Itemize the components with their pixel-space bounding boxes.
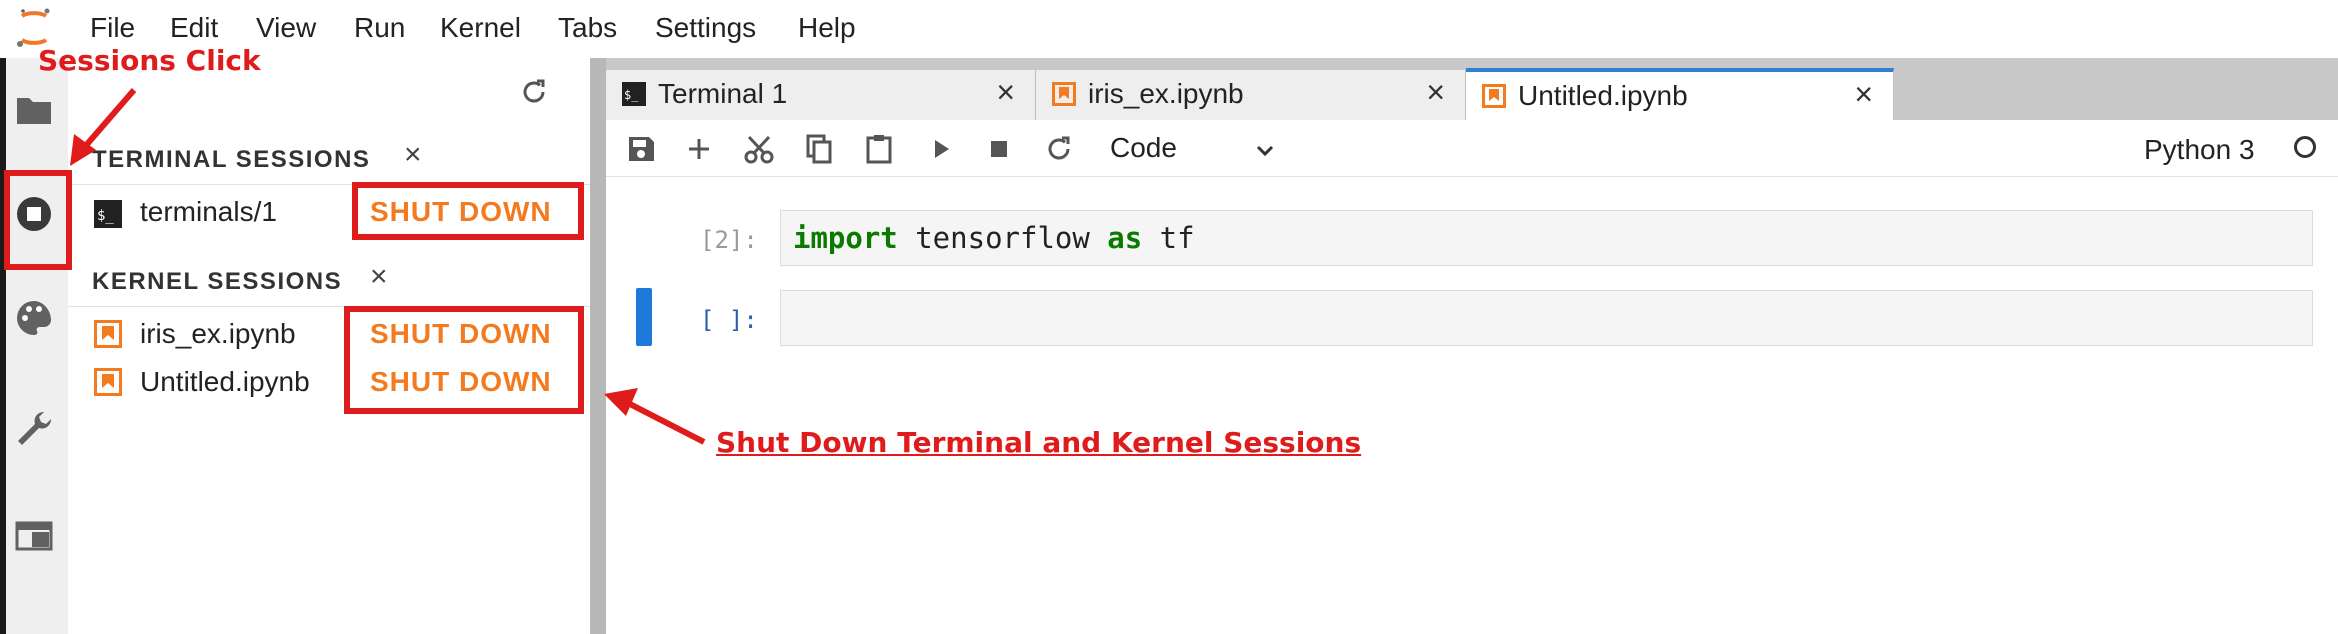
annotation-shut-down: Shut Down Terminal and Kernel Sessions (716, 426, 1362, 459)
menu-file[interactable]: File (90, 12, 135, 44)
wrench-icon[interactable] (14, 408, 54, 448)
code-cell[interactable]: import tensorflow as tf (780, 210, 2313, 266)
chevron-down-icon[interactable] (1254, 140, 1276, 162)
active-cell-indicator (636, 288, 652, 346)
notebook-icon (94, 368, 122, 396)
cut-icon[interactable] (742, 132, 776, 166)
tab-label: Untitled.ipynb (1518, 80, 1688, 111)
svg-text:$_: $_ (624, 88, 639, 102)
kernel-session-name[interactable]: iris_ex.ipynb (140, 318, 296, 350)
tab-label: Terminal 1 (658, 78, 788, 109)
close-icon[interactable]: × (1854, 76, 1873, 113)
notebook-icon (1482, 84, 1506, 108)
cell-prompt: [ ]: (700, 306, 758, 334)
add-cell-icon[interactable] (682, 132, 716, 166)
kernel-sessions-heading: KERNEL SESSIONS (92, 268, 343, 295)
tabs-panel-icon[interactable] (14, 516, 54, 556)
stop-icon[interactable] (982, 132, 1016, 166)
terminal-icon: $_ (94, 200, 122, 228)
panel-splitter[interactable] (590, 58, 606, 634)
kernel-status-icon (2294, 136, 2316, 158)
annotation-sessions-click: Sessions Click (38, 44, 261, 77)
menu-edit[interactable]: Edit (170, 12, 218, 44)
cell-type-select[interactable]: Code (1110, 132, 1177, 164)
tab-label: iris_ex.ipynb (1088, 78, 1244, 109)
menu-help[interactable]: Help (798, 12, 856, 44)
save-icon[interactable] (624, 132, 658, 166)
tab-untitled[interactable]: Untitled.ipynb × (1466, 68, 1894, 120)
code-cell[interactable] (780, 290, 2313, 346)
terminal-icon: $_ (622, 82, 646, 106)
menu-run[interactable]: Run (354, 12, 405, 44)
folder-icon[interactable] (14, 90, 54, 130)
close-all-terminals-icon[interactable]: × (404, 138, 422, 172)
activity-bar (0, 58, 69, 634)
copy-icon[interactable] (802, 132, 836, 166)
notebook-icon (94, 320, 122, 348)
svg-text:$_: $_ (97, 208, 114, 224)
tab-terminal-1[interactable]: $_ Terminal 1 × (606, 70, 1036, 120)
code-text: import tensorflow as tf (793, 221, 1195, 255)
close-icon[interactable]: × (1426, 74, 1445, 111)
menu-bar: File Edit View Run Kernel Tabs Settings … (0, 0, 2338, 59)
menu-kernel[interactable]: Kernel (440, 12, 521, 44)
terminal-sessions-heading: TERMINAL SESSIONS (92, 146, 371, 173)
menu-settings[interactable]: Settings (655, 12, 756, 44)
close-icon[interactable]: × (996, 74, 1015, 111)
notebook-icon (1052, 82, 1076, 106)
menu-view[interactable]: View (256, 12, 316, 44)
highlight-box (352, 182, 584, 240)
menu-tabs[interactable]: Tabs (558, 12, 617, 44)
paste-icon[interactable] (862, 132, 896, 166)
palette-icon[interactable] (14, 298, 54, 338)
close-all-kernels-icon[interactable]: × (370, 260, 388, 294)
cell-prompt: [2]: (700, 226, 758, 254)
kernel-session-name[interactable]: Untitled.ipynb (140, 366, 310, 398)
highlight-box (344, 306, 584, 414)
kernel-name[interactable]: Python 3 (2144, 134, 2255, 166)
restart-icon[interactable] (1042, 132, 1076, 166)
terminal-session-name[interactable]: terminals/1 (140, 196, 277, 228)
refresh-icon[interactable] (518, 76, 550, 108)
run-icon[interactable] (924, 132, 958, 166)
highlight-box (4, 170, 72, 270)
tab-iris-ex[interactable]: iris_ex.ipynb × (1036, 70, 1466, 120)
